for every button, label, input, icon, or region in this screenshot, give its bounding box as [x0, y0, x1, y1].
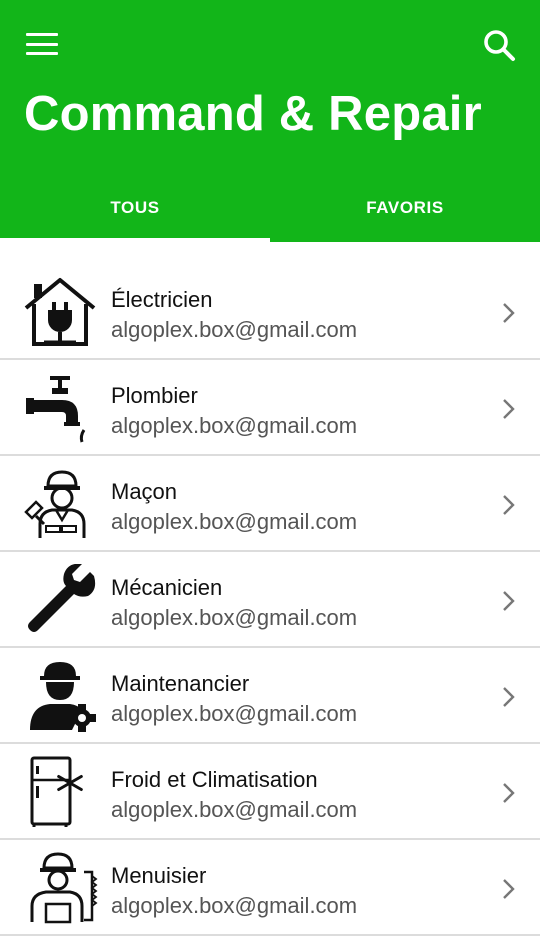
list-item-menuisier[interactable]: Menuisier algoplex.box@gmail.com — [0, 840, 540, 936]
wrench-icon — [28, 564, 96, 632]
tab-favoris[interactable]: FAVORIS — [270, 186, 540, 242]
list-item-maintenancier[interactable]: Maintenancier algoplex.box@gmail.com — [0, 648, 540, 744]
item-name: Maçon — [111, 479, 178, 504]
chevron-right-icon — [503, 495, 515, 515]
item-name: Mécanicien — [111, 575, 223, 600]
house-plug-icon — [24, 278, 96, 346]
item-email: algoplex.box@gmail.com — [111, 509, 358, 534]
chevron-right-icon — [503, 879, 515, 899]
hamburger-menu-icon[interactable] — [26, 33, 58, 55]
tab-tous[interactable]: TOUS — [0, 186, 270, 242]
tab-bar: TOUS FAVORIS — [0, 186, 540, 242]
list-item-electricien[interactable]: Électricien algoplex.box@gmail.com — [0, 264, 540, 360]
item-email: algoplex.box@gmail.com — [111, 797, 358, 822]
list-item-mecanicien[interactable]: Mécanicien algoplex.box@gmail.com — [0, 552, 540, 648]
chevron-right-icon — [503, 591, 515, 611]
list-item-plombier[interactable]: Plombier algoplex.box@gmail.com — [0, 360, 540, 456]
item-email: algoplex.box@gmail.com — [111, 605, 358, 630]
item-name: Froid et Climatisation — [111, 767, 318, 792]
chevron-right-icon — [503, 399, 515, 419]
item-name: Maintenancier — [111, 671, 250, 696]
item-email: algoplex.box@gmail.com — [111, 413, 358, 438]
carpenter-worker-icon — [30, 852, 98, 924]
chevron-right-icon — [503, 303, 515, 323]
faucet-icon — [26, 376, 86, 443]
list-item-macon[interactable]: Maçon algoplex.box@gmail.com — [0, 456, 540, 552]
item-name: Électricien — [111, 287, 213, 312]
item-name: Plombier — [111, 383, 198, 408]
app-title: Command & Repair — [24, 87, 482, 141]
list-item-froid-climatisation[interactable]: Froid et Climatisation algoplex.box@gmai… — [0, 744, 540, 840]
mason-worker-icon — [24, 470, 86, 538]
maintenance-worker-icon — [30, 662, 96, 732]
category-list: Électricien algoplex.box@gmail.com Plomb… — [0, 264, 540, 936]
item-name: Menuisier — [111, 863, 207, 888]
chevron-right-icon — [503, 783, 515, 803]
item-email: algoplex.box@gmail.com — [111, 701, 358, 726]
app-bar: Command & Repair TOUS FAVORIS — [0, 0, 540, 242]
search-icon[interactable] — [482, 28, 516, 62]
item-email: algoplex.box@gmail.com — [111, 893, 358, 918]
chevron-right-icon — [503, 687, 515, 707]
fridge-snowflake-icon — [30, 756, 83, 827]
item-email: algoplex.box@gmail.com — [111, 317, 358, 342]
